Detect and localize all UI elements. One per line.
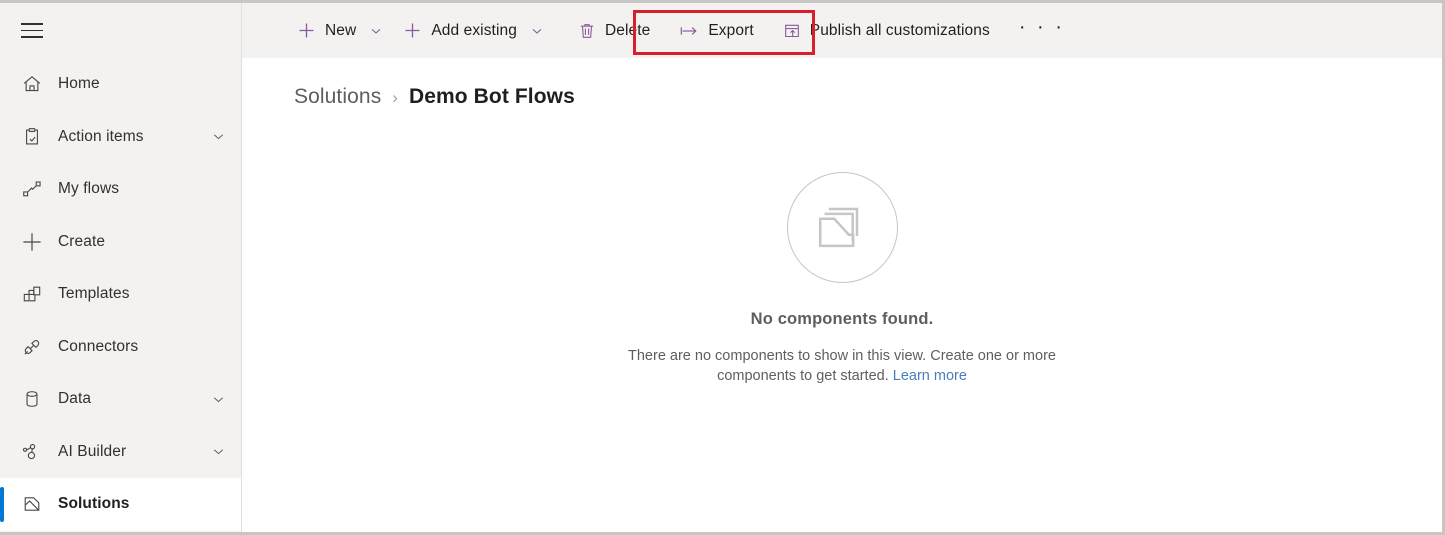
left-navigation-sidebar: Home Action items My flows Create Templa… — [0, 3, 242, 532]
sidebar-item-templates[interactable]: Templates — [0, 268, 241, 321]
content-area: Solutions › Demo Bot Flows No components… — [242, 58, 1442, 532]
sidebar-item-label: Action items — [58, 127, 144, 145]
add-existing-button[interactable]: Add existing — [393, 9, 554, 53]
main-region: New Add existing Delete Export Publish a… — [242, 3, 1442, 532]
delete-button-label: Delete — [604, 21, 651, 39]
command-bar: New Add existing Delete Export Publish a… — [242, 3, 1442, 58]
sidebar-item-solutions[interactable]: Solutions — [0, 478, 241, 531]
chevron-down-icon[interactable] — [368, 23, 384, 39]
sidebar-item-connectors[interactable]: Connectors — [0, 321, 241, 374]
empty-state-illustration — [786, 172, 898, 283]
export-icon — [678, 20, 700, 42]
plus-icon — [15, 230, 49, 254]
sidebar-header — [0, 3, 241, 58]
sidebar-nav-list: Home Action items My flows Create Templa… — [0, 58, 241, 531]
publish-all-customizations-button-label: Publish all customizations — [809, 21, 990, 39]
publish-icon — [782, 21, 802, 41]
sidebar-item-data[interactable]: Data — [0, 373, 241, 426]
export-button[interactable]: Export — [669, 9, 762, 53]
new-button-label: New — [325, 21, 357, 39]
plus-icon — [402, 20, 423, 41]
plus-icon — [296, 20, 317, 41]
sidebar-item-my-flows[interactable]: My flows — [0, 163, 241, 216]
sidebar-item-label: My flows — [58, 180, 120, 198]
overflow-menu-button[interactable]: · · · — [1007, 9, 1077, 53]
new-button[interactable]: New — [287, 9, 393, 53]
sidebar-item-label: Data — [58, 390, 92, 408]
sidebar-item-label: Connectors — [58, 337, 139, 355]
ai-builder-icon — [15, 441, 49, 463]
breadcrumb: Solutions › Demo Bot Flows — [242, 58, 1442, 109]
chevron-down-icon[interactable] — [210, 128, 227, 145]
stacked-documents-icon — [811, 194, 873, 261]
home-icon — [15, 73, 49, 95]
empty-state-description: There are no components to show in this … — [612, 346, 1072, 386]
sidebar-item-home[interactable]: Home — [0, 58, 241, 111]
menu-icon[interactable] — [15, 14, 49, 48]
learn-more-link[interactable]: Learn more — [893, 368, 967, 384]
connectors-icon — [15, 336, 49, 358]
sidebar-item-label: Templates — [58, 285, 130, 303]
chevron-down-icon[interactable] — [529, 23, 545, 39]
empty-state-description-text: There are no components to show in this … — [628, 348, 1056, 384]
publish-all-customizations-button[interactable]: Publish all customizations — [773, 9, 999, 53]
empty-state: No components found. There are no compon… — [242, 109, 1442, 532]
templates-icon — [15, 283, 49, 305]
power-platform-app-window: Home Action items My flows Create Templa… — [0, 0, 1445, 535]
trash-icon — [577, 21, 597, 41]
chevron-down-icon[interactable] — [210, 391, 227, 408]
delete-button[interactable]: Delete — [568, 9, 659, 53]
flow-icon — [15, 178, 49, 200]
add-existing-button-label: Add existing — [431, 21, 517, 39]
sidebar-item-label: AI Builder — [58, 442, 127, 460]
clipboard-check-icon — [15, 126, 49, 148]
database-icon — [15, 388, 49, 410]
empty-state-title: No components found. — [750, 310, 934, 328]
breadcrumb-separator-icon: › — [392, 88, 398, 107]
solutions-icon — [15, 493, 49, 515]
sidebar-item-label: Solutions — [58, 495, 130, 513]
breadcrumb-item-solutions[interactable]: Solutions — [294, 85, 381, 109]
sidebar-item-action-items[interactable]: Action items — [0, 111, 241, 164]
breadcrumb-item-current: Demo Bot Flows — [408, 85, 575, 108]
chevron-down-icon[interactable] — [210, 443, 227, 460]
sidebar-item-label: Create — [58, 232, 106, 250]
export-button-label: Export — [708, 21, 754, 39]
sidebar-item-ai-builder[interactable]: AI Builder — [0, 426, 241, 479]
sidebar-item-label: Home — [58, 75, 100, 93]
sidebar-item-create[interactable]: Create — [0, 216, 241, 269]
